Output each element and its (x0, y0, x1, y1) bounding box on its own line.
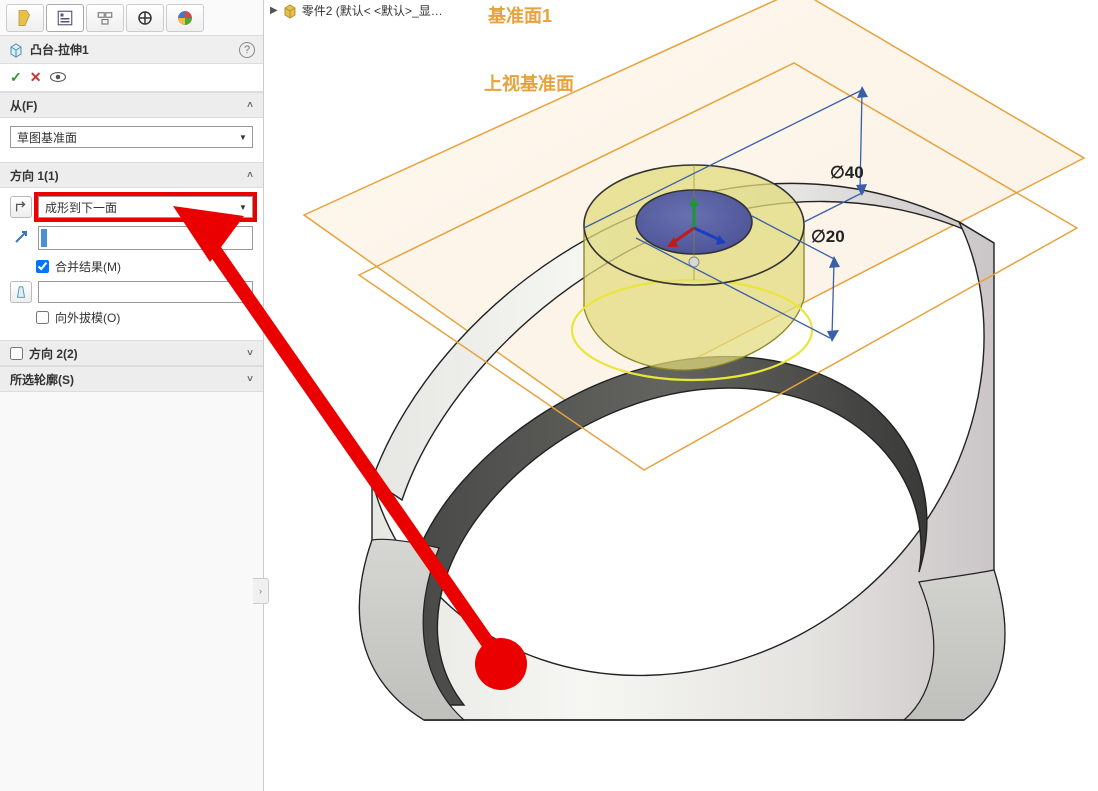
tab-dimxpert[interactable] (126, 4, 164, 32)
direction1-section-header[interactable]: 方向 1(1) ˄ (0, 162, 263, 188)
cancel-button[interactable]: ✕ (30, 69, 42, 86)
dropdown-arrow-icon: ▼ (238, 133, 248, 142)
ok-button[interactable]: ✓ (10, 69, 22, 86)
end-condition-select[interactable]: 成形到下一面 ▼ (38, 196, 253, 218)
panel-flyout-tab[interactable]: › (253, 578, 269, 604)
dim40-text: ∅40 (830, 163, 864, 182)
direction-vector-field[interactable] (38, 226, 253, 250)
reverse-direction-button[interactable] (10, 196, 32, 218)
draft-outward-row: 向外拔模(O) (10, 309, 253, 326)
draft-outward-label: 向外拔模(O) (55, 309, 120, 326)
contours-section-header[interactable]: 所选轮廓(S) ˅ (0, 366, 263, 392)
from-section-header[interactable]: 从(F) ˄ (0, 92, 263, 118)
from-section-label: 从(F) (10, 97, 37, 114)
merge-result-checkbox[interactable] (36, 260, 49, 273)
plane2-label: 上视基准面 (484, 73, 574, 94)
draft-button[interactable] (10, 281, 32, 303)
dim20-text: ∅20 (811, 227, 845, 246)
breadcrumb-arrow-icon[interactable]: ▶ (270, 5, 278, 16)
tab-feature-tree[interactable] (6, 4, 44, 32)
direction1-label: 方向 1(1) (10, 167, 59, 184)
dropdown-arrow-icon: ▼ (238, 203, 248, 212)
merge-result-row: 合并结果(M) (10, 258, 253, 275)
direction2-enable-checkbox[interactable] (10, 347, 23, 360)
direction2-section-header[interactable]: 方向 2(2) ˅ (0, 340, 263, 366)
from-section-body: 草图基准面 ▼ (0, 118, 263, 162)
contours-label: 所选轮廓(S) (10, 371, 74, 388)
collapse-icon[interactable]: ˄ (247, 100, 253, 111)
tab-configuration[interactable] (86, 4, 124, 32)
selection-indicator (41, 229, 47, 247)
direction2-label: 方向 2(2) (29, 345, 78, 362)
part-icon (282, 3, 298, 19)
feature-title: 凸台-拉伸1 (30, 41, 239, 58)
draft-angle-field[interactable] (38, 281, 253, 303)
collapse-icon[interactable]: ˄ (247, 170, 253, 181)
draft-outward-checkbox[interactable] (36, 311, 49, 324)
direction1-section-body: 成形到下一面 ▼ 合并结果(M) 向外拔模(O) (0, 188, 263, 340)
collapse-icon[interactable]: ˅ (247, 348, 253, 359)
plane1-label: 基准面1 (487, 5, 552, 26)
preview-toggle-icon[interactable] (49, 71, 67, 85)
tab-render[interactable] (166, 4, 204, 32)
from-start-value: 草图基准面 (17, 129, 77, 146)
merge-result-label: 合并结果(M) (55, 258, 121, 275)
collapse-icon[interactable]: ˅ (247, 374, 253, 385)
feature-header-row: 凸台-拉伸1 ? (0, 36, 263, 64)
from-start-select[interactable]: 草图基准面 ▼ (10, 126, 253, 148)
3d-viewport[interactable]: ▶ 零件2 (默认< <默认>_显… (264, 0, 1098, 791)
breadcrumb-part-name[interactable]: 零件2 (默认< <默认>_显… (302, 2, 443, 19)
direction-vector-icon (10, 226, 32, 248)
breadcrumb-bar: ▶ 零件2 (默认< <默认>_显… (270, 2, 443, 19)
extrude-icon (8, 42, 24, 58)
end-condition-value: 成形到下一面 (45, 199, 117, 216)
direction-vector-row (10, 226, 253, 250)
scene-canvas: 基准面1 (264, 0, 1098, 791)
confirm-row: ✓ ✕ (0, 64, 263, 92)
property-manager-panel: 凸台-拉伸1 ? ✓ ✕ 从(F) ˄ 草图基准面 ▼ 方向 1(1) ˄ (0, 0, 264, 791)
tab-property-manager[interactable] (46, 4, 84, 32)
panel-tab-bar (0, 0, 263, 36)
draft-row (10, 281, 253, 303)
help-button[interactable]: ? (239, 42, 255, 58)
